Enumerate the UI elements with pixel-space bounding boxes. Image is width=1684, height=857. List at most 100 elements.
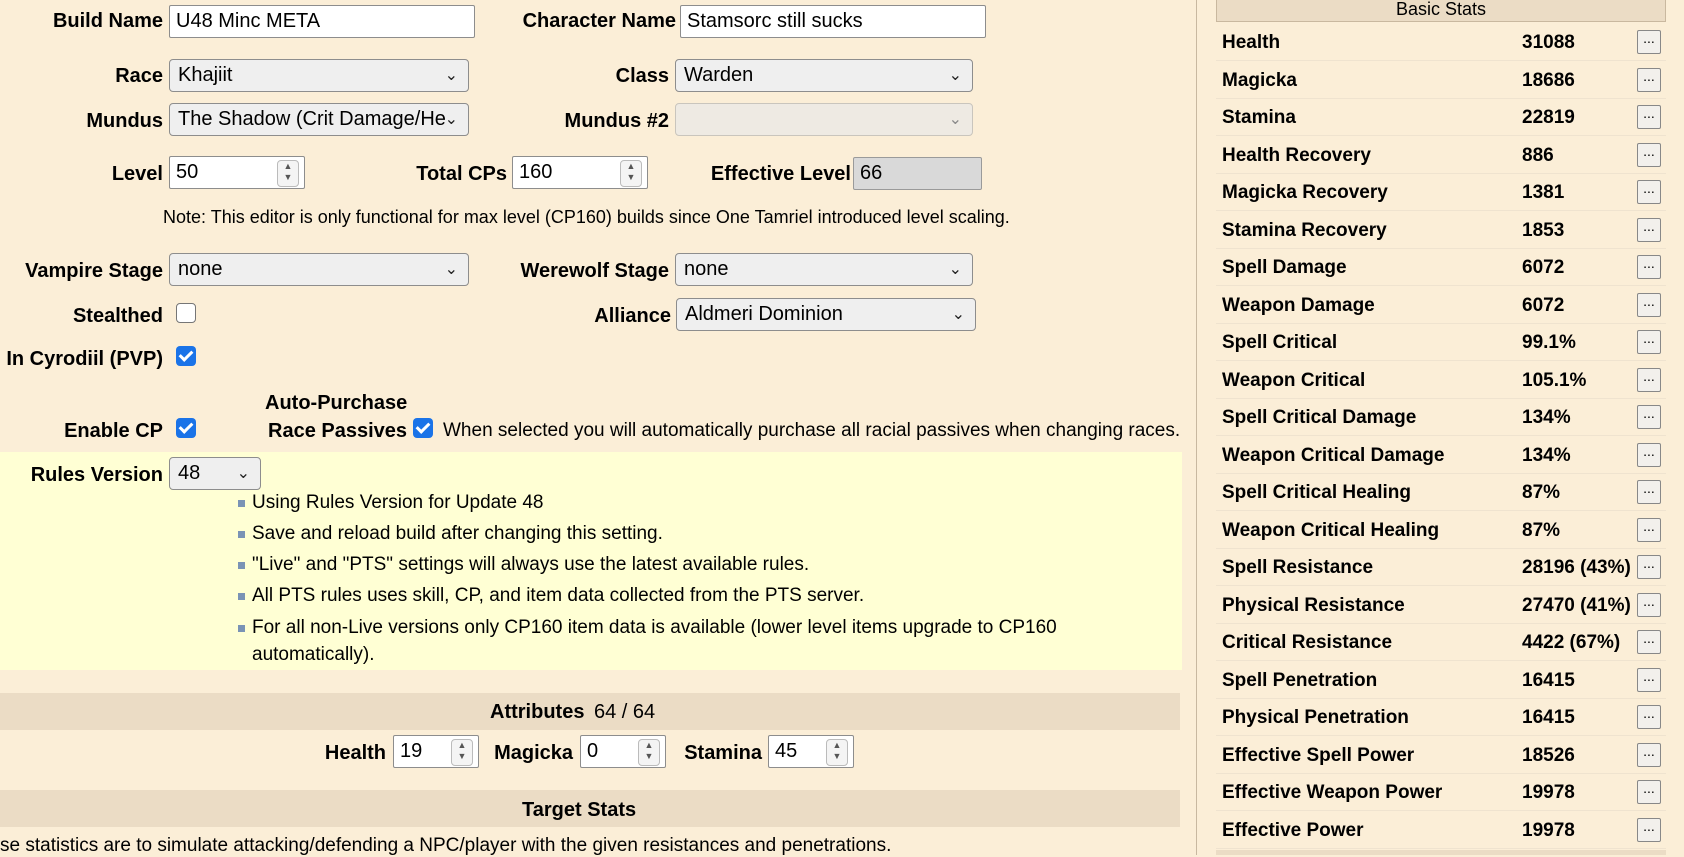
stat-details-button[interactable]: ... xyxy=(1637,742,1661,767)
magicka-attr-value: 0 xyxy=(587,740,599,762)
mundus-label: Mundus xyxy=(86,110,163,132)
stat-value: 16415 xyxy=(1522,669,1575,691)
stat-details-button[interactable]: ... xyxy=(1637,667,1661,692)
stat-row: Spell Damage 6072... xyxy=(1216,249,1666,286)
chevron-down-icon: ⌄ xyxy=(948,111,962,128)
vampire-stage-select[interactable]: none ⌄ xyxy=(169,253,469,286)
stat-details-button[interactable]: ... xyxy=(1637,67,1661,92)
stat-row: Effective Spell Power 18526... xyxy=(1216,737,1666,774)
stepper-arrows-icon[interactable]: ▲ ▼ xyxy=(620,160,642,187)
rules-version-value: 48 xyxy=(178,462,201,484)
stat-details-button[interactable]: ... xyxy=(1637,255,1661,279)
stat-value: 886 xyxy=(1522,144,1554,166)
stat-details-button[interactable]: ... xyxy=(1637,30,1661,54)
stepper-arrows-icon[interactable]: ▲ ▼ xyxy=(451,739,473,766)
cyrodiil-checkbox[interactable] xyxy=(176,346,196,366)
list-item-continuation: automatically). xyxy=(252,644,375,665)
stealthed-checkbox[interactable] xyxy=(176,303,196,323)
health-attr-label: Health xyxy=(324,742,386,764)
stat-value: 1853 xyxy=(1522,219,1565,241)
stat-row: Critical Resistance 4422 (67%)... xyxy=(1216,624,1666,661)
stepper-arrows-icon[interactable]: ▲ ▼ xyxy=(826,739,848,766)
stat-name: Magicka Recovery xyxy=(1222,182,1388,203)
stepper-arrows-icon[interactable]: ▲ ▼ xyxy=(638,739,660,766)
stat-row: Spell Penetration 16415... xyxy=(1216,662,1666,699)
werewolf-stage-label: Werewolf Stage xyxy=(520,260,669,282)
stat-details-button[interactable]: ... xyxy=(1637,817,1661,842)
stat-details-button[interactable]: ... xyxy=(1637,780,1661,804)
stat-row: Magicka Recovery 1381... xyxy=(1216,174,1666,211)
build-name-label: Build Name xyxy=(52,10,163,32)
enable-cp-checkbox[interactable] xyxy=(176,418,196,438)
stat-value: 18526 xyxy=(1522,744,1575,766)
stat-value: 19978 xyxy=(1522,782,1575,803)
total-cps-stepper[interactable]: 160 ▲ ▼ xyxy=(512,156,648,189)
stat-name: Weapon Damage xyxy=(1222,294,1375,316)
character-name-input[interactable] xyxy=(680,5,986,38)
stat-details-button[interactable]: ... xyxy=(1637,630,1661,654)
chevron-down-icon: ⌄ xyxy=(236,465,250,482)
character-name-label: Character Name xyxy=(522,10,676,32)
stat-value: 105.1% xyxy=(1522,369,1587,391)
stat-details-button[interactable]: ... xyxy=(1637,142,1661,167)
list-item: All PTS rules uses skill, CP, and item d… xyxy=(238,582,864,610)
build-name-input[interactable] xyxy=(169,5,475,38)
stat-value: 27470 (41%) xyxy=(1522,594,1631,616)
chevron-down-icon: ⌄ xyxy=(951,306,965,323)
health-attr-stepper[interactable]: 19 ▲ ▼ xyxy=(393,735,479,768)
list-item: Using Rules Version for Update 48 xyxy=(238,489,544,517)
stat-details-button[interactable]: ... xyxy=(1637,555,1661,579)
vampire-stage-label: Vampire Stage xyxy=(25,260,163,282)
race-select-value: Khajiit xyxy=(178,64,233,86)
stat-details-button[interactable]: ... xyxy=(1637,592,1661,617)
stat-name: Effective Spell Power xyxy=(1222,744,1415,766)
stat-row: Effective Weapon Power 19978... xyxy=(1216,774,1666,811)
bullet-icon xyxy=(238,562,245,569)
auto-purchase-checkbox[interactable] xyxy=(413,418,433,438)
mundus2-select[interactable]: ⌄ xyxy=(675,103,973,136)
stepper-arrows-icon[interactable]: ▲ ▼ xyxy=(277,160,299,187)
stat-name: Spell Critical Damage xyxy=(1222,407,1417,428)
stat-details-button[interactable]: ... xyxy=(1637,180,1661,204)
magicka-attr-stepper[interactable]: 0 ▲ ▼ xyxy=(580,735,666,768)
stat-value: 31088 xyxy=(1522,32,1575,53)
total-cps-value: 160 xyxy=(519,161,553,183)
stat-name: Spell Damage xyxy=(1222,257,1347,278)
race-select[interactable]: Khajiit ⌄ xyxy=(169,59,469,92)
stamina-attr-stepper[interactable]: 45 ▲ ▼ xyxy=(768,735,854,768)
stat-details-button[interactable]: ... xyxy=(1637,292,1661,317)
stat-name: Weapon Critical Healing xyxy=(1222,519,1440,541)
stat-name: Magicka xyxy=(1222,69,1297,91)
mundus-select-value: The Shadow (Crit Damage/He xyxy=(178,108,446,130)
class-label: Class xyxy=(615,65,669,87)
alliance-select[interactable]: Aldmeri Dominion ⌄ xyxy=(676,298,976,331)
werewolf-stage-select[interactable]: none ⌄ xyxy=(675,253,973,286)
stat-details-button[interactable]: ... xyxy=(1637,217,1661,242)
stat-details-button[interactable]: ... xyxy=(1637,517,1661,542)
list-item: Save and reload build after changing thi… xyxy=(238,520,663,548)
stat-value: 4422 (67%) xyxy=(1522,632,1621,653)
chevron-down-icon: ⌄ xyxy=(444,111,458,128)
stat-details-button[interactable]: ... xyxy=(1637,705,1661,729)
stat-row: Weapon Critical Damage 134%... xyxy=(1216,437,1666,474)
stat-details-button[interactable]: ... xyxy=(1637,480,1661,504)
bullet-icon xyxy=(238,531,245,538)
target-stats-description: se statistics are to simulate attacking/… xyxy=(0,835,892,856)
bullet-icon xyxy=(238,625,245,632)
stat-details-button[interactable]: ... xyxy=(1637,105,1661,129)
werewolf-stage-value: none xyxy=(684,258,729,280)
stat-row: Physical Resistance 27470 (41%)... xyxy=(1216,587,1666,624)
stat-details-button[interactable]: ... xyxy=(1637,367,1661,392)
stat-row: Health 31088... xyxy=(1216,24,1666,61)
stat-details-button[interactable]: ... xyxy=(1637,405,1661,429)
stat-value: 28196 (43%) xyxy=(1522,557,1631,578)
mundus-select[interactable]: The Shadow (Crit Damage/He ⌄ xyxy=(169,103,469,136)
stat-name: Physical Penetration xyxy=(1222,707,1409,728)
level-stepper[interactable]: 50 ▲ ▼ xyxy=(169,156,305,189)
stat-details-button[interactable]: ... xyxy=(1637,330,1661,354)
stat-name: Critical Resistance xyxy=(1222,632,1393,653)
auto-purchase-description: When selected you will automatically pur… xyxy=(443,420,1181,441)
stat-details-button[interactable]: ... xyxy=(1637,442,1661,467)
class-select[interactable]: Warden ⌄ xyxy=(675,59,973,92)
rules-version-select[interactable]: 48 ⌄ xyxy=(169,457,261,490)
